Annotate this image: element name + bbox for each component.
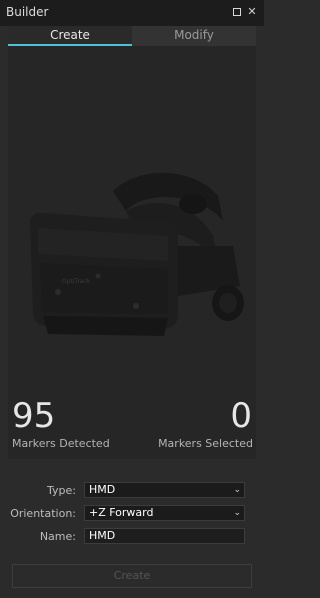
create-button[interactable]: Create — [12, 564, 252, 588]
name-label: Name: — [39, 530, 76, 543]
markers-detected-label: Markers Detected — [12, 437, 110, 450]
chevron-down-icon: ⌄ — [233, 485, 241, 495]
hmd-brand-text: OptiTrack — [62, 278, 91, 285]
markers-detected-count: 95 — [12, 396, 56, 436]
tab-create[interactable]: Create — [8, 26, 132, 46]
window-title: Builder — [6, 5, 49, 19]
tab-bar: Create Modify — [8, 26, 256, 46]
orientation-value: +Z Forward — [89, 506, 154, 519]
markers-selected-label: Markers Selected — [158, 437, 253, 450]
title-bar: Builder ✕ — [0, 0, 264, 26]
close-icon[interactable]: ✕ — [245, 3, 259, 21]
chevron-down-icon: ⌄ — [233, 508, 241, 518]
tab-modify[interactable]: Modify — [132, 26, 256, 46]
orientation-label: Orientation: — [10, 507, 76, 520]
markers-selected-count: 0 — [230, 396, 252, 436]
type-value: HMD — [89, 483, 116, 496]
restore-icon[interactable] — [230, 3, 244, 21]
type-select[interactable]: HMD ⌄ — [84, 482, 245, 498]
name-input[interactable]: HMD — [84, 528, 245, 544]
type-label: Type: — [47, 484, 76, 497]
orientation-select[interactable]: +Z Forward ⌄ — [84, 505, 245, 521]
hmd-headset-image: OptiTrack — [30, 172, 244, 336]
